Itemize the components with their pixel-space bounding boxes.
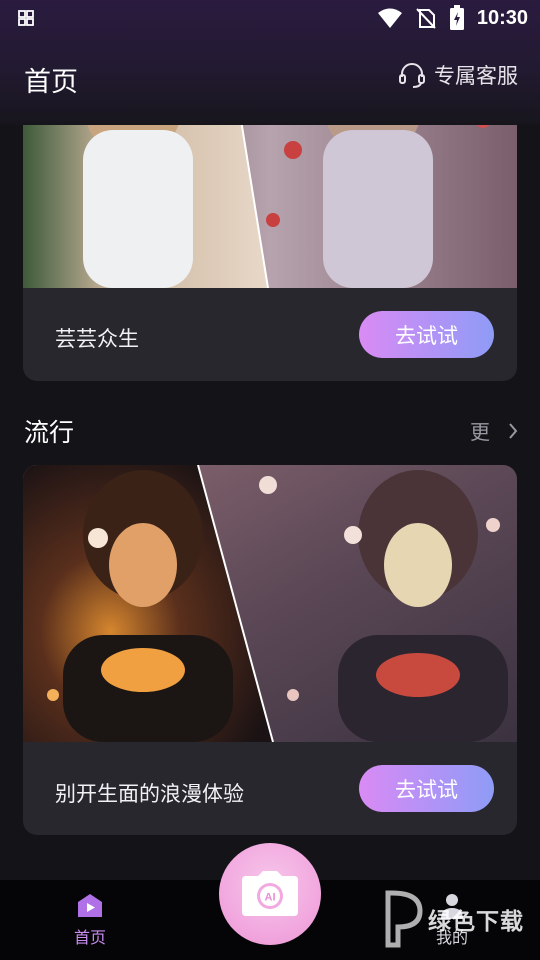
watermark-text: 绿色下载 <box>428 908 524 934</box>
nav-item-home[interactable]: 首页 <box>68 892 112 948</box>
camera-icon: AI <box>242 871 298 916</box>
camera-ai-label: AI <box>265 892 276 904</box>
headset-icon <box>399 63 425 88</box>
no-sim-icon <box>416 8 436 29</box>
battery-icon <box>449 5 464 30</box>
customer-service-label: 专属客服 <box>434 65 518 88</box>
watermark-logo-icon <box>385 890 423 948</box>
wifi-icon <box>377 8 402 28</box>
more-label: 更 <box>470 422 490 444</box>
page-title: 首页 <box>24 67 78 97</box>
more-link[interactable]: 更 <box>470 416 518 445</box>
chevron-right-icon <box>509 422 518 439</box>
try-button[interactable]: 去试试 <box>359 311 494 358</box>
screen: 10:30 首页 专属客服 芸芸众生 去试试 流行 更 别开生面的浪漫体验 去试… <box>0 0 540 960</box>
try-button[interactable]: 去试试 <box>359 765 494 812</box>
status-icons: 10:30 <box>377 4 528 32</box>
style-name: 别开生面的浪漫体验 <box>55 783 244 806</box>
customer-service-button[interactable]: 专属客服 <box>398 60 518 90</box>
status-bar: 10:30 <box>0 0 540 36</box>
top-bar: 10:30 首页 专属客服 <box>0 0 540 125</box>
style-preview-image <box>23 465 517 742</box>
grid-icon <box>18 10 34 26</box>
status-time: 10:30 <box>476 6 528 29</box>
style-card[interactable]: 别开生面的浪漫体验 去试试 <box>23 465 517 835</box>
camera-button[interactable]: AI <box>219 843 321 945</box>
style-name: 芸芸众生 <box>55 328 139 351</box>
nav-home-label: 首页 <box>73 930 106 947</box>
watermark: 绿色下载 <box>384 878 540 960</box>
section-title: 流行 <box>24 419 75 447</box>
home-icon <box>78 894 102 917</box>
